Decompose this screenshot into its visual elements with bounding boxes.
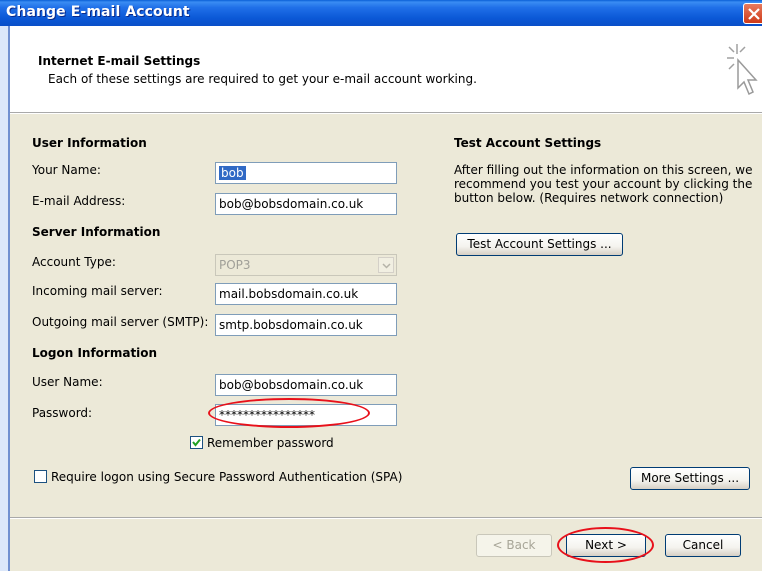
checkmark-icon: [192, 438, 201, 447]
account-type-label: Account Type:: [32, 255, 116, 269]
email-address-field[interactable]: bob@bobsdomain.co.uk: [215, 193, 397, 215]
next-button-highlight-oval: [557, 527, 654, 563]
test-description: After filling out the information on thi…: [454, 163, 752, 205]
logon-information-heading: Logon Information: [32, 346, 158, 360]
remember-password-label[interactable]: Remember password: [207, 436, 334, 450]
outgoing-mail-server-label: Outgoing mail server (SMTP):: [32, 315, 209, 329]
your-name-value: bob: [219, 166, 246, 180]
dialog-header: Internet E-mail Settings Each of these s…: [10, 26, 762, 112]
outgoing-mail-server-field[interactable]: smtp.bobsdomain.co.uk: [215, 314, 397, 336]
spa-checkbox[interactable]: [34, 470, 47, 483]
header-title: Internet E-mail Settings: [38, 54, 201, 68]
dialog-content: User Information Your Name: bob E-mail A…: [10, 114, 762, 571]
your-name-field[interactable]: bob: [215, 162, 397, 184]
remember-password-checkbox[interactable]: [190, 436, 203, 449]
spa-label[interactable]: Require logon using Secure Password Auth…: [51, 470, 402, 484]
change-email-account-dialog: Change E-mail Account Internet E-mail Se…: [0, 0, 762, 571]
test-description-line-3: button below. (Requires network connecti…: [454, 191, 724, 205]
password-label: Password:: [32, 406, 93, 420]
close-button[interactable]: [743, 3, 762, 24]
email-address-label: E-mail Address:: [32, 194, 126, 208]
window-frame-left: [0, 26, 10, 571]
title-bar[interactable]: Change E-mail Account: [0, 0, 762, 26]
close-icon: [748, 8, 760, 20]
user-name-field[interactable]: bob@bobsdomain.co.uk: [215, 374, 397, 396]
your-name-label: Your Name:: [32, 163, 101, 177]
window-title: Change E-mail Account: [6, 4, 190, 20]
test-account-settings-heading: Test Account Settings: [454, 136, 602, 150]
header-subtitle: Each of these settings are required to g…: [48, 72, 477, 86]
chevron-down-icon: [382, 263, 391, 269]
account-type-select: POP3: [215, 254, 397, 276]
test-account-settings-button[interactable]: Test Account Settings ...: [456, 233, 623, 256]
test-description-line-2: recommend you test your account by click…: [454, 177, 753, 191]
cancel-button[interactable]: Cancel: [665, 534, 741, 557]
back-button[interactable]: < Back: [476, 534, 552, 557]
pointer-cursor-icon: [727, 44, 758, 96]
more-settings-button[interactable]: More Settings ...: [630, 467, 750, 490]
account-type-value: POP3: [219, 258, 251, 272]
incoming-mail-server-label: Incoming mail server:: [32, 284, 163, 298]
server-information-heading: Server Information: [32, 225, 161, 239]
account-type-dropdown-button: [378, 257, 394, 273]
incoming-mail-server-field[interactable]: mail.bobsdomain.co.uk: [215, 283, 397, 305]
user-information-heading: User Information: [32, 136, 147, 150]
test-description-line-1: After filling out the information on thi…: [454, 163, 753, 177]
user-name-label: User Name:: [32, 375, 103, 389]
password-highlight-oval: [208, 398, 370, 428]
